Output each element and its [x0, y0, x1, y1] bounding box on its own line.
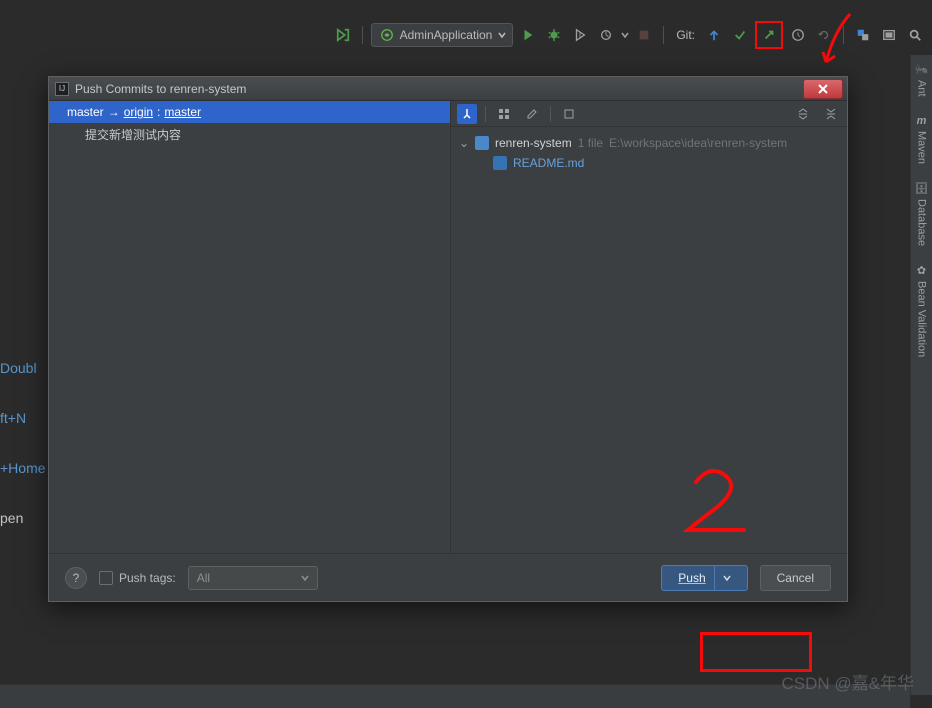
help-button[interactable]: ?	[65, 567, 87, 589]
separator	[843, 26, 844, 44]
spring-icon	[380, 28, 394, 42]
watermark: CSDN @嘉&年华	[782, 669, 915, 694]
link-fragment[interactable]: +Home	[0, 460, 46, 476]
changes-pane: ⌄ renren-system 1 file E:\workspace\idea…	[451, 101, 847, 553]
close-icon	[817, 84, 829, 94]
commit-message: 提交新增测试内容	[85, 126, 181, 143]
local-branch: master	[67, 105, 104, 119]
bean-validation-tool[interactable]: ✿Bean Validation	[916, 264, 928, 357]
diff-icon[interactable]	[559, 104, 579, 124]
edit-icon[interactable]	[522, 104, 542, 124]
link-fragment[interactable]: pen	[0, 510, 46, 526]
push-commits-dialog: IJ Push Commits to renren-system master …	[48, 76, 848, 602]
welcome-links: Doubl ft+N +Home pen	[0, 360, 46, 526]
tree-project-row[interactable]: ⌄ renren-system 1 file E:\workspace\idea…	[459, 133, 839, 153]
project-path: E:\workspace\idea\renren-system	[609, 136, 787, 150]
branch-row[interactable]: master → origin : master	[49, 101, 450, 123]
dialog-body: master → origin : master 提交新增测试内容	[49, 101, 847, 553]
push-tags-label: Push tags:	[119, 571, 176, 585]
debug-button[interactable]	[543, 24, 565, 46]
chevron-down-icon	[621, 31, 629, 39]
group-by-icon[interactable]	[494, 104, 514, 124]
intellij-icon: IJ	[55, 82, 69, 96]
remote-branch[interactable]: master	[164, 105, 201, 119]
file-name: README.md	[513, 156, 584, 170]
maven-tool[interactable]: mMaven	[916, 115, 928, 164]
build-icon[interactable]	[332, 24, 354, 46]
separator	[663, 26, 664, 44]
collapse-all-icon[interactable]	[821, 104, 841, 124]
run-button[interactable]	[517, 24, 539, 46]
chevron-down-icon	[498, 31, 506, 39]
folder-icon	[475, 136, 489, 150]
markdown-file-icon	[493, 156, 507, 170]
chevron-down-icon	[301, 574, 309, 582]
push-button-label: Push	[678, 571, 705, 585]
history-button[interactable]	[787, 24, 809, 46]
right-tool-sidebar: 🐜Ant mMaven 🗄Database ✿Bean Validation	[910, 55, 932, 695]
cancel-button-label: Cancel	[777, 571, 814, 585]
profile-button[interactable]	[595, 24, 617, 46]
dialog-footer: ? Push tags: All Push Cancel	[49, 553, 847, 601]
tree-file-row[interactable]: README.md	[459, 153, 839, 173]
checkbox-icon	[99, 571, 113, 585]
close-button[interactable]	[803, 79, 843, 99]
pin-icon[interactable]	[457, 104, 477, 124]
chevron-down-icon[interactable]: ⌄	[459, 136, 469, 150]
annotation-highlight	[700, 632, 812, 672]
dialog-title: Push Commits to renren-system	[75, 82, 246, 96]
run-config-label: AdminApplication	[400, 28, 493, 42]
file-tree: ⌄ renren-system 1 file E:\workspace\idea…	[451, 127, 847, 179]
project-name: renren-system	[495, 136, 572, 150]
push-button[interactable]: Push	[661, 565, 747, 591]
status-bar	[0, 684, 910, 708]
git-label: Git:	[672, 28, 699, 42]
remote-name[interactable]: origin	[124, 105, 153, 119]
colon: :	[157, 105, 160, 119]
stop-button	[633, 24, 655, 46]
cancel-button[interactable]: Cancel	[760, 565, 831, 591]
commits-pane: master → origin : master 提交新增测试内容	[49, 101, 451, 553]
coverage-button[interactable]	[569, 24, 591, 46]
link-fragment[interactable]: Doubl	[0, 360, 46, 376]
combo-value: All	[197, 571, 210, 585]
database-tool[interactable]: 🗄Database	[915, 182, 929, 246]
chevron-down-icon	[723, 574, 731, 582]
run-configuration-selector[interactable]: AdminApplication	[371, 23, 514, 47]
rollback-button[interactable]	[813, 24, 835, 46]
ant-tool[interactable]: 🐜Ant	[915, 63, 929, 97]
separator	[362, 26, 363, 44]
arrow: →	[108, 105, 120, 119]
file-count: 1 file	[578, 136, 603, 150]
link-fragment[interactable]: ft+N	[0, 410, 46, 426]
ide-settings-button[interactable]	[878, 24, 900, 46]
search-everywhere-button[interactable]	[904, 24, 926, 46]
push-tags-checkbox[interactable]: Push tags:	[99, 571, 176, 585]
push-button-toolbar[interactable]	[755, 21, 783, 49]
commit-button[interactable]	[729, 24, 751, 46]
commit-item[interactable]: 提交新增测试内容	[49, 123, 450, 145]
expand-all-icon[interactable]	[793, 104, 813, 124]
update-project-button[interactable]	[703, 24, 725, 46]
project-structure-button[interactable]	[852, 24, 874, 46]
push-tags-combo[interactable]: All	[188, 566, 318, 590]
ide-toolbar: AdminApplication Git:	[0, 20, 932, 50]
dialog-titlebar[interactable]: IJ Push Commits to renren-system	[49, 77, 847, 101]
changes-toolbar	[451, 101, 847, 127]
